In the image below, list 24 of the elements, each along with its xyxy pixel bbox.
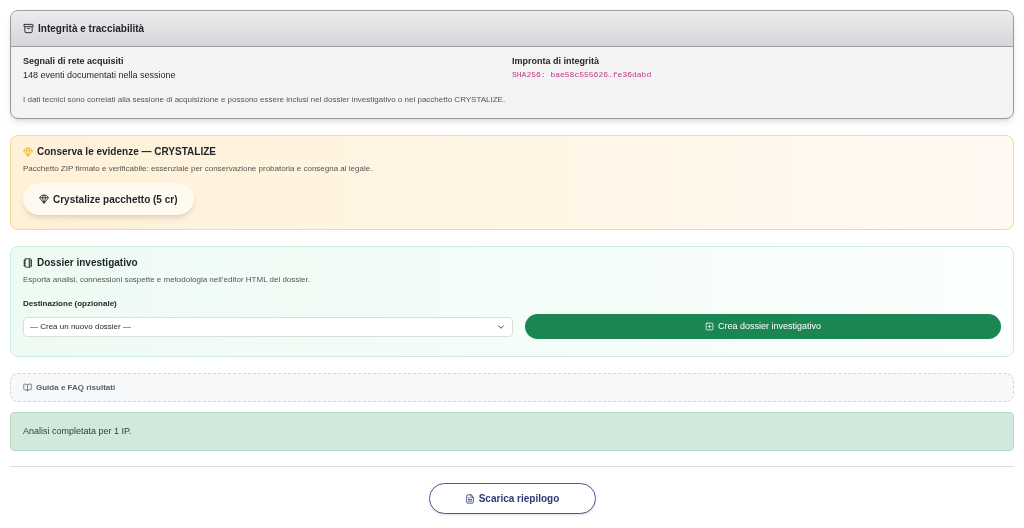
book-icon — [23, 383, 32, 392]
hash-value: SHA256: bae58c555626…fe36dabd — [512, 68, 653, 81]
create-dossier-button[interactable]: Crea dossier investigativo — [525, 314, 1001, 339]
guide-toggle[interactable]: Guida e FAQ risultati — [10, 373, 1014, 402]
card-title: Integrità e tracciabilità — [38, 22, 145, 36]
gem-icon — [23, 146, 33, 157]
card-title: Conserva le evidenze — CRYSTALIZE — [37, 145, 216, 159]
crystalize-button[interactable]: Crystalize pacchetto (5 cr) — [23, 183, 194, 215]
field-label: Destinazione (opzionale) — [23, 298, 118, 310]
card-title: Dossier investigativo — [37, 256, 138, 270]
field-label: Segnali di rete acquisiti — [23, 55, 125, 68]
field-value: 148 eventi documentati nella sessione — [23, 68, 177, 82]
archive-icon — [23, 23, 34, 34]
destination-select[interactable]: — Crea un nuovo dossier — — [23, 316, 513, 337]
document-icon — [464, 493, 475, 504]
note-text: I dati tecnici sono correlati alla sessione di acquisizione e possono essere inclusi nel dossier investigativo o nel pacchetto CRYSTALIZE. — [23, 94, 507, 106]
card-description: Pacchetto ZIP firmato e verificabile: essenziale per conservazione probatoria e consegna al legale. — [23, 163, 374, 175]
plus-square-icon — [704, 322, 714, 331]
card-description: Esporta analisi, connessioni sospette e metodologia nell’editor HTML del dossier. — [23, 274, 311, 286]
download-summary-button[interactable]: Scarica riepilogo — [428, 483, 596, 514]
gem-icon — [39, 194, 49, 204]
notebook-icon — [23, 257, 33, 268]
alert-text: Analisi completata per 1 IP. — [23, 424, 132, 438]
field-label: Impronta di integrità — [512, 55, 600, 68]
